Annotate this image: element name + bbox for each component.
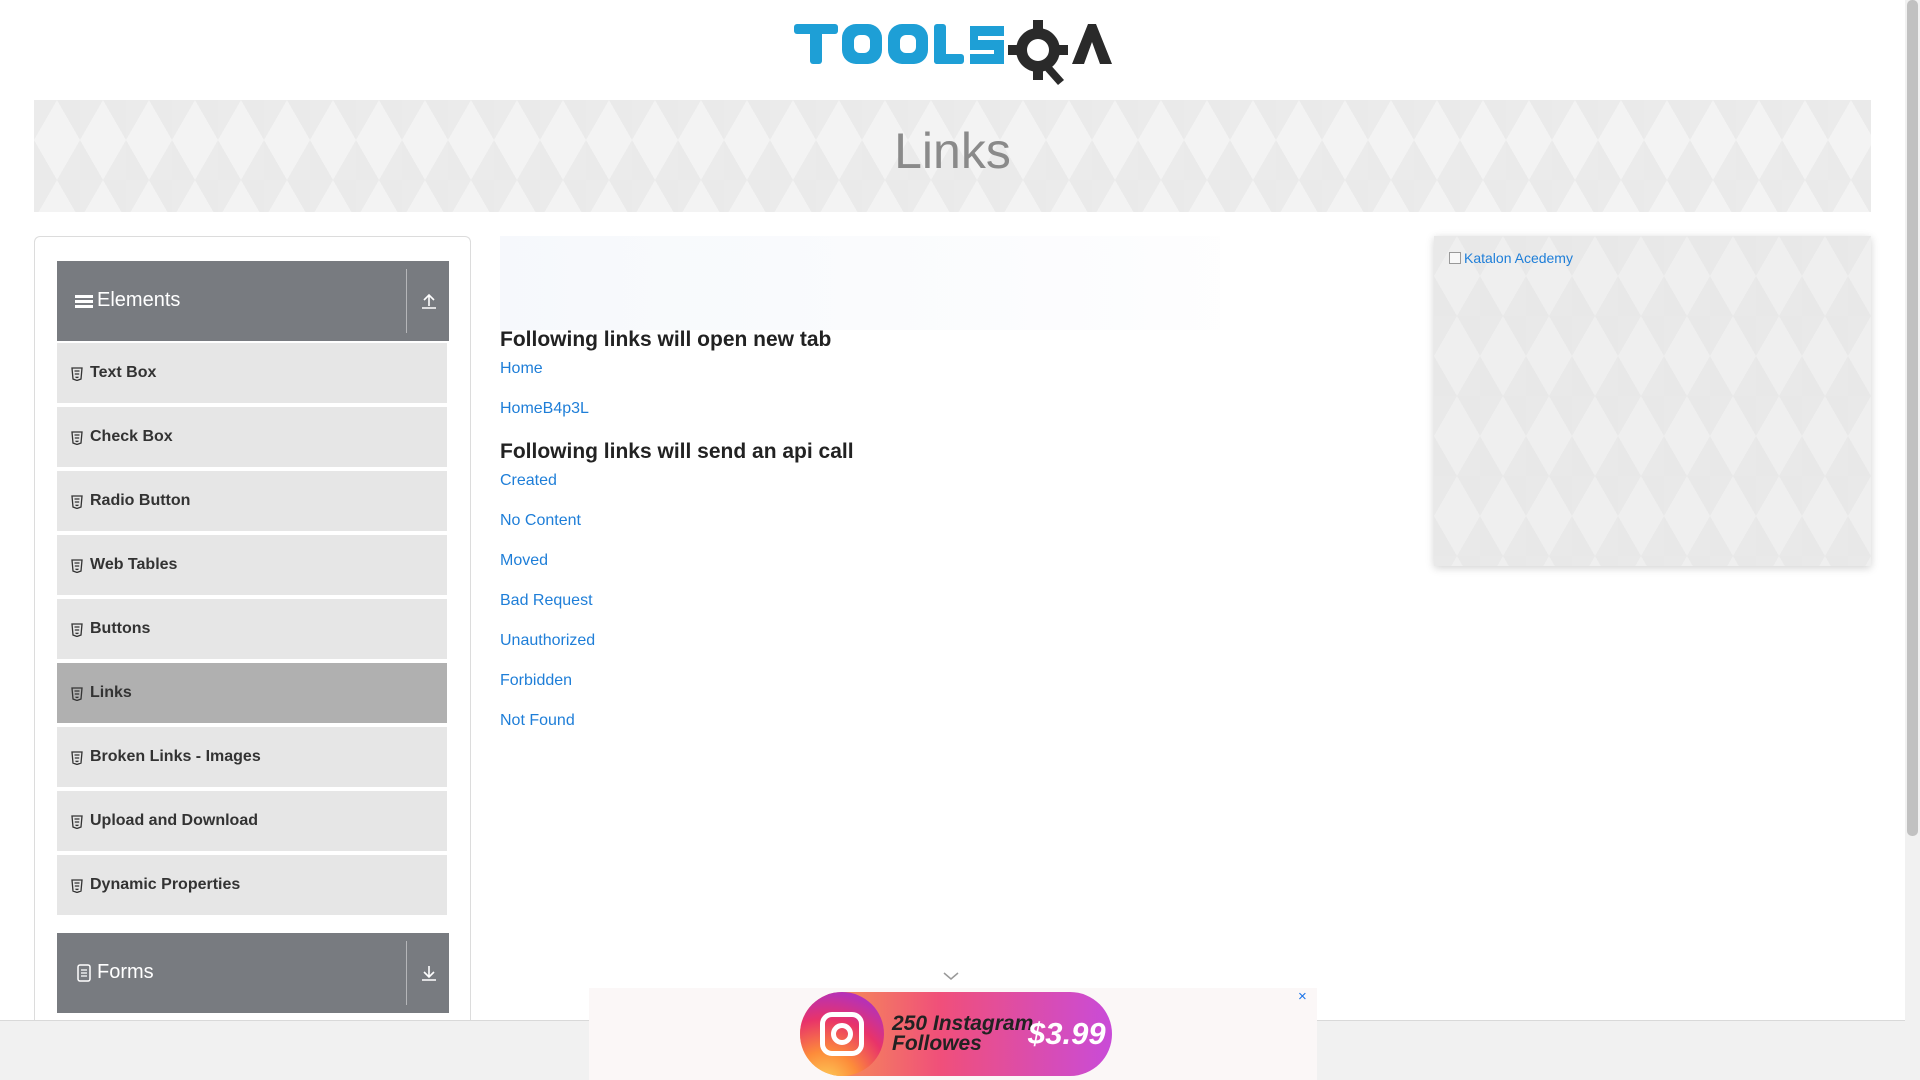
sidebar-item-web-tables[interactable]: Web Tables: [57, 535, 447, 597]
divider: [406, 269, 407, 333]
sidebar-item-text-box[interactable]: Text Box: [57, 343, 447, 405]
sidebar-item-label: Radio Button: [90, 492, 191, 509]
ad-katalon[interactable]: Katalon Acedemy: [1434, 236, 1871, 566]
sidebar-item-label: Broken Links - Images: [90, 748, 261, 765]
ad-close-button[interactable]: ×: [1298, 988, 1307, 1005]
link-home[interactable]: Home: [500, 360, 543, 378]
sidebar-item-check-box[interactable]: Check Box: [57, 407, 447, 469]
sidebar-item-label: Text Box: [90, 364, 157, 381]
page-scrollbar[interactable]: [1905, 0, 1920, 1080]
sidebar-item-label: Upload and Download: [90, 812, 258, 829]
section-title-api-call: Following links will send an api call: [500, 440, 854, 463]
sidebar-item-label: Links: [90, 684, 132, 701]
sidebar: Elements Text Box Check Box Radio Button…: [34, 236, 471, 1080]
page-banner: Links: [34, 100, 1871, 212]
link-home-dynamic[interactable]: HomeB4p3L: [500, 400, 589, 418]
chevron-down-icon[interactable]: [942, 970, 960, 982]
sidebar-item-label: Buttons: [90, 620, 151, 637]
link-no-content[interactable]: No Content: [500, 512, 581, 530]
sidebar-item-broken-links[interactable]: Broken Links - Images: [57, 727, 447, 789]
link-unauthorized[interactable]: Unauthorized: [500, 632, 595, 650]
sidebar-item-upload-download[interactable]: Upload and Download: [57, 791, 447, 853]
header: [0, 0, 1905, 100]
ad-text: 250 Instagram Followes: [892, 1012, 1034, 1055]
sidebar-group-label: Forms: [97, 961, 154, 983]
divider: [406, 941, 407, 1005]
html5-icon: [71, 495, 83, 509]
sidebar-group-elements[interactable]: Elements: [57, 261, 449, 341]
html5-icon: [71, 751, 83, 765]
scrollbar-thumb[interactable]: [1907, 0, 1918, 836]
sidebar-item-label: Dynamic Properties: [90, 876, 241, 893]
image-alt-text: Katalon Acedemy: [1464, 250, 1573, 266]
toolsqa-logo[interactable]: [792, 14, 1116, 90]
link-created[interactable]: Created: [500, 472, 557, 490]
broken-image-icon: [1449, 252, 1461, 264]
sidebar-item-dynamic-properties[interactable]: Dynamic Properties: [57, 855, 447, 917]
html5-icon: [71, 367, 83, 381]
collapse-up-icon[interactable]: [419, 291, 439, 311]
link-bad-request[interactable]: Bad Request: [500, 592, 593, 610]
html5-icon: [71, 687, 83, 701]
broken-image[interactable]: Katalon Acedemy: [1449, 250, 1573, 266]
sidebar-group-label: Elements: [97, 289, 181, 311]
link-not-found[interactable]: Not Found: [500, 712, 575, 730]
ad-instagram-badge[interactable]: 250 Instagram Followes $3.99: [800, 992, 1112, 1076]
sidebar-item-label: Web Tables: [90, 556, 178, 573]
expand-down-icon[interactable]: [419, 963, 439, 983]
html5-icon: [71, 431, 83, 445]
html5-icon: [71, 879, 83, 893]
ad-banner-top[interactable]: [500, 236, 1220, 330]
instagram-icon: [800, 992, 884, 1076]
ad-price: $3.99: [1028, 1016, 1106, 1051]
hamburger-icon: [75, 295, 93, 308]
link-moved[interactable]: Moved: [500, 552, 548, 570]
html5-icon: [71, 559, 83, 573]
sidebar-item-links[interactable]: Links: [57, 663, 447, 725]
document-icon: [77, 964, 91, 982]
sidebar-item-buttons[interactable]: Buttons: [57, 599, 447, 661]
sidebar-item-label: Check Box: [90, 428, 173, 445]
page-title: Links: [894, 123, 1011, 179]
link-forbidden[interactable]: Forbidden: [500, 672, 572, 690]
html5-icon: [71, 623, 83, 637]
sidebar-item-radio-button[interactable]: Radio Button: [57, 471, 447, 533]
html5-icon: [71, 815, 83, 829]
sidebar-group-forms[interactable]: Forms: [57, 933, 449, 1013]
section-title-new-tab: Following links will open new tab: [500, 328, 832, 351]
